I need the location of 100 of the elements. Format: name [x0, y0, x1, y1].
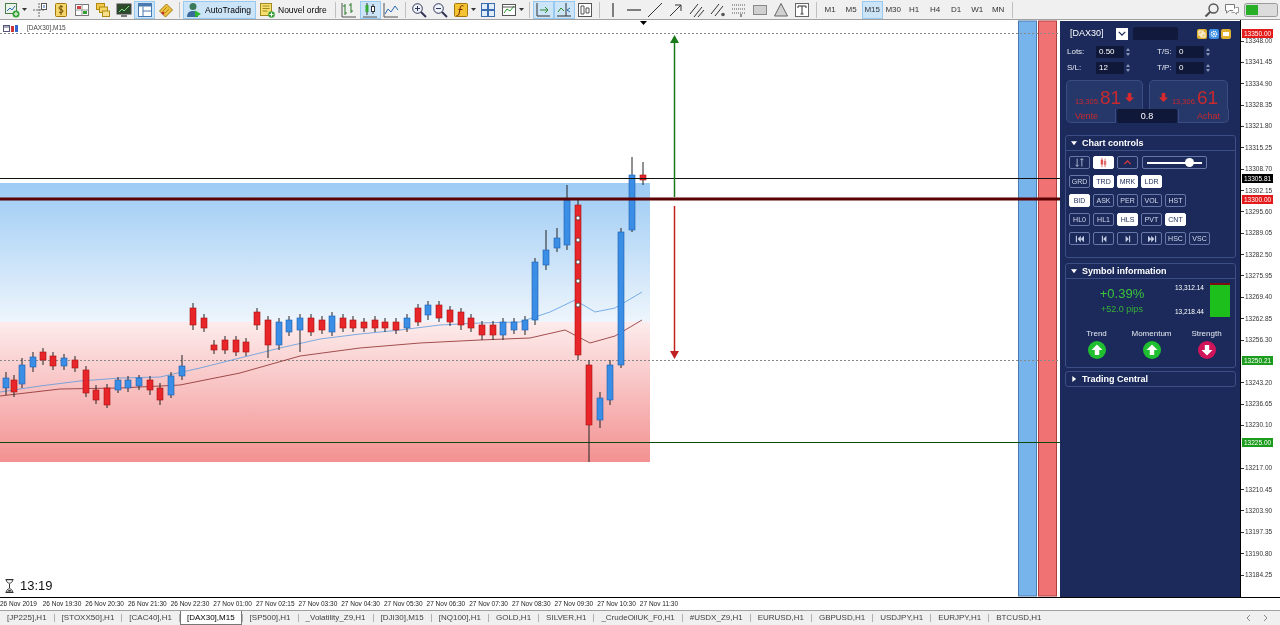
spinner-icon[interactable] — [1125, 46, 1131, 58]
signal-label: Strength — [1191, 329, 1222, 338]
falling-candle — [639, 161, 647, 186]
line-chart-icon — [383, 1, 400, 18]
falling-candle — [49, 351, 57, 371]
timeframe-button[interactable]: M30 — [882, 0, 904, 19]
chart-tab[interactable]: _CrudeOilUK_F0,H1 — [594, 611, 682, 625]
navigation-button[interactable] — [1141, 232, 1162, 245]
monitor-button[interactable] — [113, 0, 134, 19]
window-layout-icon — [136, 1, 153, 18]
falling-candle — [446, 305, 454, 327]
navigation-button[interactable] — [1093, 232, 1114, 245]
rising-candle — [275, 317, 283, 351]
field-label: T/S: — [1157, 47, 1172, 57]
number-field[interactable]: 12 — [1096, 62, 1124, 74]
rising-candle — [29, 351, 37, 373]
rising-candle — [296, 313, 304, 353]
chart-shift-button[interactable] — [553, 0, 575, 19]
rising-candle — [2, 371, 10, 396]
auto-scroll-button[interactable] — [532, 0, 554, 19]
field-label: S/L: — [1067, 63, 1082, 73]
slanted-lines-icon — [710, 1, 727, 18]
symbol-field[interactable] — [1133, 27, 1178, 40]
chart-tab[interactable]: [CAC40],H1 — [122, 611, 180, 625]
timeframe-button[interactable]: H4 — [924, 0, 946, 19]
minimize-icon[interactable] — [1221, 28, 1231, 39]
chart-style-button[interactable] — [1117, 156, 1138, 169]
falling-candle — [156, 382, 164, 406]
window-layout-button[interactable] — [134, 0, 155, 19]
chart-tab[interactable]: [SP500],H1 — [242, 611, 298, 625]
chart-tab[interactable]: EURUSD,H1 — [750, 611, 811, 625]
navigation-button[interactable] — [1069, 232, 1090, 245]
falling-candle — [92, 384, 100, 405]
rising-candle — [531, 257, 539, 326]
number-field[interactable]: 0 — [1176, 46, 1204, 58]
bar-chart-icon — [341, 1, 358, 18]
updown-arrows-icon — [1074, 157, 1085, 168]
scroll-left-icon[interactable] — [1246, 614, 1251, 622]
rising-candle — [521, 315, 529, 336]
copy-icon[interactable] — [1197, 28, 1207, 39]
chart-tab[interactable]: [JP225],H1 — [0, 611, 54, 625]
chart-tab[interactable]: #USDX_Z9,H1 — [682, 611, 750, 625]
falling-candle — [82, 365, 90, 398]
chart-tab[interactable]: [NQ100],H1 — [431, 611, 488, 625]
spinner-icon[interactable] — [1205, 46, 1211, 58]
function-icon — [452, 1, 469, 18]
falling-candle — [232, 335, 240, 357]
chart-shift-icon — [556, 1, 573, 18]
slider-thumb[interactable] — [1185, 158, 1195, 167]
chart-style-button[interactable] — [1069, 156, 1090, 169]
section-header[interactable]: Trading Central — [1066, 372, 1235, 386]
navigation-button[interactable] — [1117, 232, 1138, 245]
number-field[interactable]: 0 — [1176, 62, 1204, 74]
chart-tab[interactable]: SILVER,H1 — [539, 611, 594, 625]
chart-tab[interactable]: USDJPY,H1 — [873, 611, 931, 625]
timeframe-button[interactable]: M1 — [819, 0, 841, 19]
search-icon[interactable] — [1204, 1, 1220, 18]
order-marker — [575, 215, 581, 221]
settings-icon[interactable] — [1209, 28, 1219, 39]
chart-tab[interactable]: EURJPY,H1 — [931, 611, 989, 625]
new-chart-button[interactable] — [2, 0, 29, 19]
timeframe-button[interactable]: D1 — [945, 0, 967, 19]
timeframe-button[interactable]: M15 — [861, 0, 883, 19]
chart-tab[interactable]: [DAX30],M15 — [180, 611, 242, 625]
spinner-icon[interactable] — [1125, 62, 1131, 74]
candlestick-button[interactable] — [359, 0, 381, 19]
falling-candle — [457, 307, 465, 331]
parallel-lines-icon — [689, 1, 706, 18]
text-tool-icon — [794, 1, 811, 18]
number-field[interactable]: 0.50 — [1096, 46, 1124, 58]
change-pips: +52.0 pips — [1101, 303, 1143, 314]
timeframe-button[interactable]: MN — [987, 0, 1009, 19]
new-order-button[interactable]: Nouvel ordre — [256, 0, 332, 19]
section-header[interactable]: Symbol information — [1066, 264, 1235, 278]
rising-candle — [403, 313, 411, 333]
chart-tab[interactable]: BTCUSD,H1 — [989, 611, 1049, 625]
periods-icon — [577, 1, 594, 18]
chart-tab[interactable]: GOLD,H1 — [488, 611, 539, 625]
chart-tab[interactable]: [STOXX50],H1 — [54, 611, 122, 625]
chart-tab[interactable]: _Volatility_Z9,H1 — [298, 611, 373, 625]
dropdown-button[interactable] — [1116, 27, 1128, 40]
chart-tab[interactable]: GBPUSD,H1 — [811, 611, 873, 625]
timeframe-button[interactable]: M5 — [840, 0, 862, 19]
timeframe-button[interactable]: H1 — [903, 0, 925, 19]
window-icon — [3, 24, 10, 32]
falling-candle — [414, 303, 422, 327]
chart-tab[interactable]: [DJI30],M15 — [373, 611, 431, 625]
rising-candle — [553, 227, 561, 253]
spinner-icon[interactable] — [1205, 62, 1211, 74]
order-marker — [575, 259, 581, 265]
chat-icon[interactable] — [1224, 1, 1240, 18]
section-header[interactable]: Chart controls — [1066, 136, 1235, 150]
person-play-icon — [186, 1, 202, 18]
signal-label: Momentum — [1131, 329, 1172, 338]
falling-candle — [221, 335, 229, 355]
field-label: Lots: — [1067, 47, 1085, 57]
auto-trading-button[interactable]: AutoTrading — [183, 0, 256, 19]
scroll-right-icon[interactable] — [1263, 614, 1268, 622]
timeframe-button[interactable]: W1 — [966, 0, 988, 19]
symbol-name: [DAX30] — [1070, 28, 1105, 39]
